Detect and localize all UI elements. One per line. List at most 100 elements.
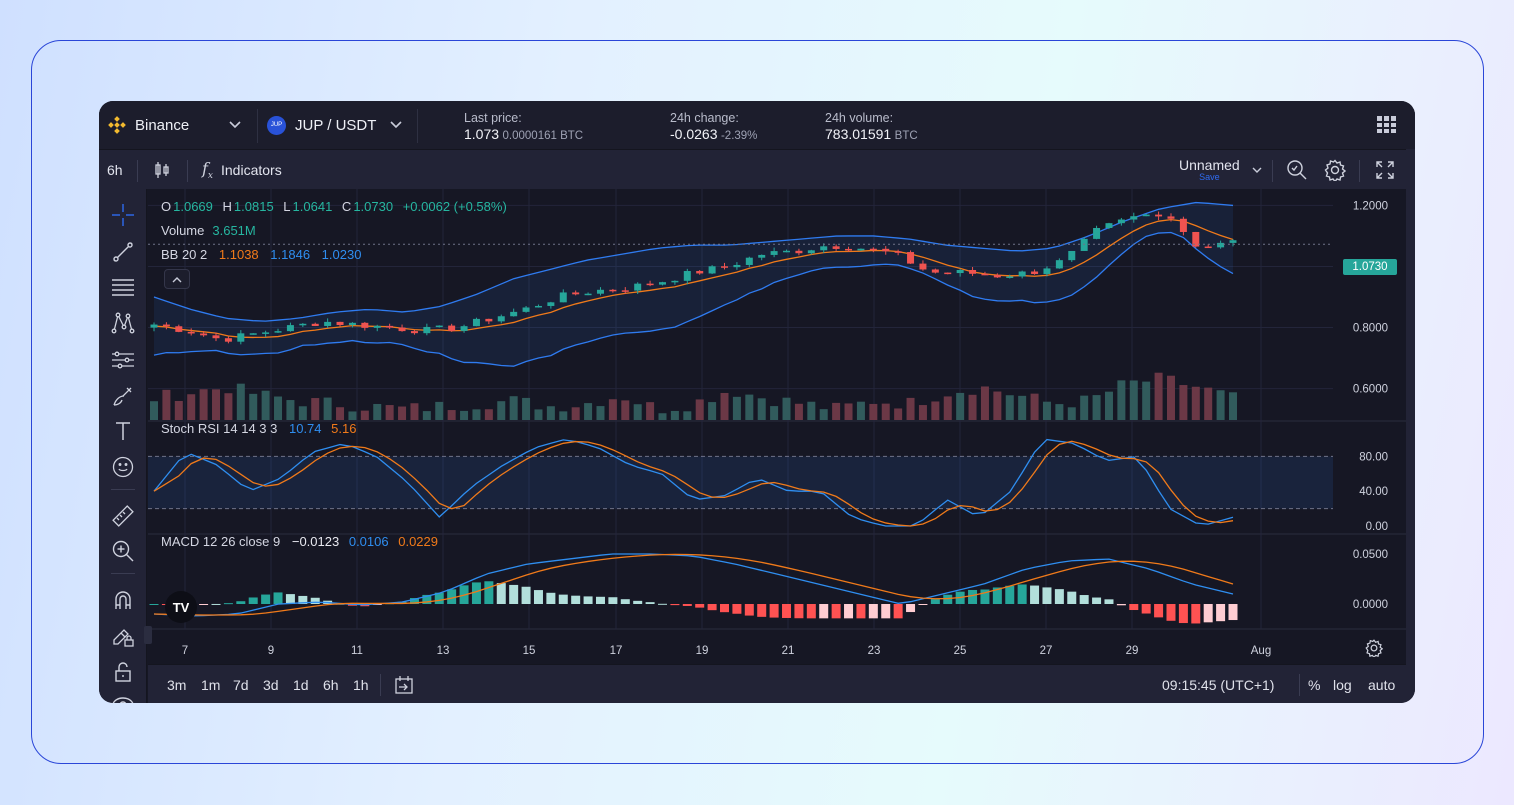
candle-body [584,293,592,296]
candle-body [1055,260,1063,269]
volume-value: 783.01591 [825,126,892,142]
exchange-selector[interactable]: Binance [107,101,241,149]
candle-body [696,271,704,274]
range-3d-button[interactable]: 3d [263,665,279,703]
volume-bar [497,401,506,420]
change-value: -0.0263 [670,126,718,142]
settings-icon[interactable] [1324,150,1346,190]
volume-bar [1030,393,1039,420]
emoji-icon[interactable] [109,453,137,481]
time-tick-label: Aug [1251,645,1271,657]
go-to-date-icon[interactable] [394,665,414,703]
lock-draw-icon[interactable] [109,621,137,649]
candle-body [956,269,964,274]
crosshair-icon[interactable] [109,201,137,229]
c-label: C [341,199,352,214]
auto-toggle[interactable]: auto [1368,665,1395,703]
volume-bar [162,389,171,420]
range-label: 7d [233,676,249,693]
macd-histogram-bar [732,604,742,614]
magnet-icon[interactable] [109,586,137,614]
brush-icon[interactable] [109,382,137,410]
change-pct: -2.39% [720,130,758,142]
volume-bar [1129,380,1138,420]
candle-body [634,283,642,291]
range-1m-button[interactable]: 1m [201,665,220,703]
candle-body [200,333,208,336]
chevron-down-icon[interactable] [1252,150,1262,190]
divider [111,573,135,574]
zoom-in-icon[interactable] [109,537,137,565]
candle-body [435,325,443,328]
trend-line-icon[interactable] [109,238,137,266]
candle-body [1105,223,1113,228]
range-6h-button[interactable]: 6h [323,665,339,703]
volume-bar [646,402,655,420]
candle-body [894,251,902,253]
volume-bar [708,402,717,420]
time-tick-label: 21 [782,645,795,657]
tradingview-logo[interactable]: TV [165,591,197,623]
quick-search-icon[interactable] [1286,150,1308,190]
prediction-icon[interactable] [109,346,137,374]
volume-bar [695,399,704,420]
macd-histogram-bar [633,600,643,604]
candle-body [1217,242,1225,248]
candle-body [410,331,418,334]
grid-menu-icon[interactable] [1377,116,1397,139]
fullscreen-icon[interactable] [1375,150,1395,190]
unlock-icon[interactable] [109,658,137,686]
volume-bar [398,406,407,420]
volume-bar [832,402,841,420]
pattern-icon[interactable] [109,309,137,337]
candle-body [745,257,753,265]
volume-bar [534,409,543,420]
percent-toggle[interactable]: % [1308,665,1320,703]
change-stat: 24h change: -0.0263 -2.39% [670,110,757,144]
clock[interactable]: 09:15:45 (UTC+1) [1162,665,1274,703]
volume-bar [1018,395,1027,420]
macd-histogram-bar [608,597,618,604]
volume-bar [894,408,903,420]
macd-histogram-bar [794,604,804,619]
macd-histogram-bar [906,604,916,613]
volume-bar [584,403,593,420]
ruler-icon[interactable] [109,502,137,530]
pair-selector[interactable]: JUP JUP / USDT [267,101,402,149]
axis-settings-icon[interactable] [1365,639,1384,662]
candle-body [708,266,716,274]
macd-histogram-bar [1203,604,1213,623]
log-toggle[interactable]: log [1333,665,1352,703]
layout-name-button[interactable]: Unnamed Save [1179,150,1240,190]
range-7d-button[interactable]: 7d [233,665,249,703]
volume-bar [670,410,679,420]
macd-histogram-bar [868,604,878,619]
volume-bar [522,397,531,420]
text-icon[interactable] [109,417,137,445]
range-1h-button[interactable]: 1h [353,665,369,703]
macd-histogram-bar [1092,597,1102,604]
collapse-legend-button[interactable] [164,269,190,289]
candles-icon[interactable] [154,150,170,190]
volume-bar [844,403,853,420]
candle-body [820,246,828,251]
volume-bar [980,386,989,420]
volume-bar [298,406,307,420]
macd-histogram-bar [496,583,506,604]
indicators-button[interactable]: fx Indicators [202,150,282,190]
fib-lines-icon[interactable] [109,273,137,301]
volume-bar [1055,404,1064,420]
interval-button[interactable]: 6h [107,150,123,190]
volume-bar [360,410,369,420]
eye-icon[interactable] [109,691,137,703]
volume-label: 24h volume: [825,111,894,125]
volume-bar [1142,381,1151,420]
range-1d-button[interactable]: 1d [293,665,309,703]
range-3m-button[interactable]: 3m [167,665,186,703]
candle-body [423,326,431,334]
candle-body [1142,214,1150,217]
rail-toggle-handle[interactable] [144,626,152,644]
candle-body [361,322,369,328]
volume-bar [1080,395,1089,420]
macd-histogram-bar [1005,585,1015,604]
